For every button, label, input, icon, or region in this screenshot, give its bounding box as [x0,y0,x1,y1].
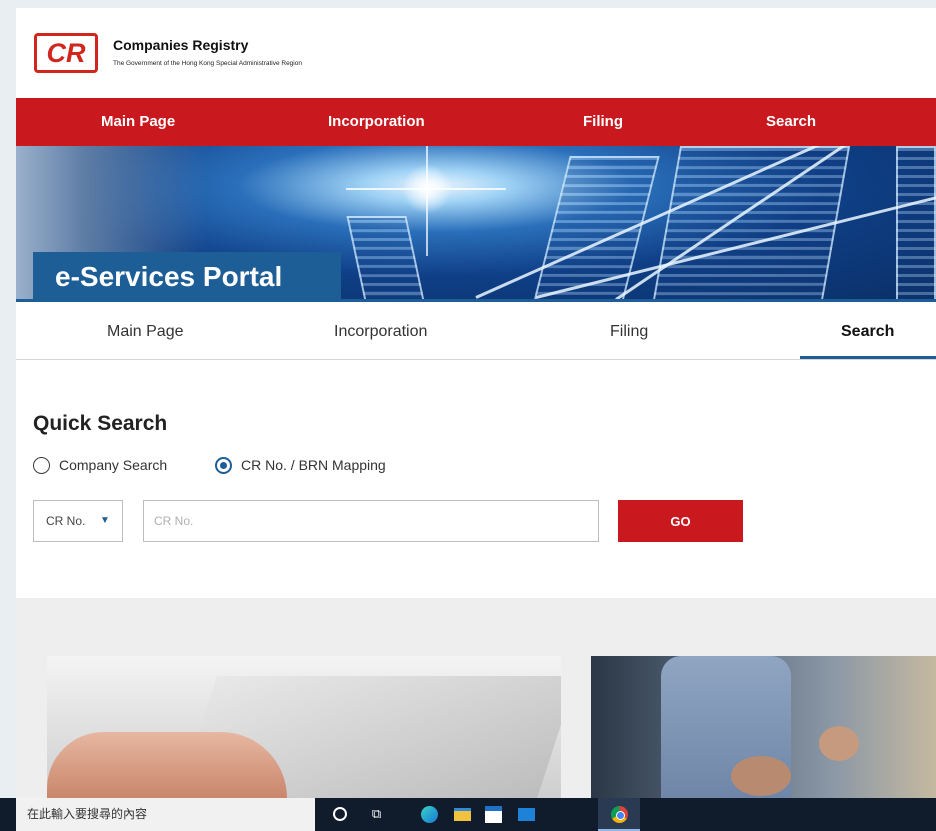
chrome-icon[interactable] [611,806,628,823]
file-explorer-icon[interactable] [454,808,471,821]
cortana-icon[interactable] [333,807,347,821]
top-nav-filing[interactable]: Filing [583,98,623,146]
org-subtitle: The Government of the Hong Kong Special … [113,60,302,67]
tab-main-page[interactable]: Main Page [107,304,184,360]
top-nav-incorporation[interactable]: Incorporation [328,98,425,146]
active-tab-indicator [800,356,936,359]
hand-image [731,756,791,796]
feature-section [16,598,936,798]
radio-label: Company Search [59,457,168,473]
cr-logo[interactable]: CR [34,33,98,73]
feature-card-image[interactable] [47,656,561,798]
store-icon[interactable] [485,806,502,823]
site-header: CR Companies Registry The Government of … [16,8,936,98]
tab-search[interactable]: Search [841,304,894,360]
radio-checked-icon[interactable] [215,456,232,474]
taskbar-search-box[interactable]: 在此輸入要搜尋的內容 [16,798,315,831]
banner-tower [896,146,936,302]
tab-filing[interactable]: Filing [610,304,648,360]
radio-label: CR No. / BRN Mapping [241,457,386,473]
browser-page: CR Companies Registry The Government of … [16,8,936,798]
taskbar-search-placeholder: 在此輸入要搜尋的內容 [27,807,148,821]
typing-hand-image [47,732,287,798]
sub-nav: Main Page Incorporation Filing Search [16,304,936,360]
cr-number-input[interactable] [143,500,599,542]
edge-icon[interactable] [421,806,438,823]
top-nav-search[interactable]: Search [766,98,816,146]
go-button[interactable]: GO [618,500,743,542]
hand-image [819,726,859,761]
org-name: Companies Registry [113,37,249,53]
top-nav: Main Page Incorporation Filing Search [16,98,936,146]
feature-card-image[interactable] [591,656,936,798]
quick-search-title: Quick Search [33,412,168,435]
banner-flare [402,164,452,214]
search-type-select[interactable]: CR No. ▼ [33,500,123,542]
banner-divider [16,299,936,302]
mail-icon[interactable] [518,808,535,821]
task-view-icon[interactable]: ⧉ [368,806,385,823]
banner-tower [346,216,426,302]
hero-banner: e-Services Portal [16,146,936,302]
tab-incorporation[interactable]: Incorporation [334,304,427,360]
portal-title: e-Services Portal [33,252,341,302]
radio-company-search[interactable]: Company Search [33,455,167,475]
windows-taskbar: 在此輸入要搜尋的內容 ⧉ [0,798,936,831]
search-type-value: CR No. [46,514,86,528]
radio-cr-brn-mapping[interactable]: CR No. / BRN Mapping [215,455,386,475]
top-nav-main-page[interactable]: Main Page [101,98,175,146]
caret-down-icon: ▼ [100,515,110,526]
radio-unchecked-icon[interactable] [33,456,50,474]
